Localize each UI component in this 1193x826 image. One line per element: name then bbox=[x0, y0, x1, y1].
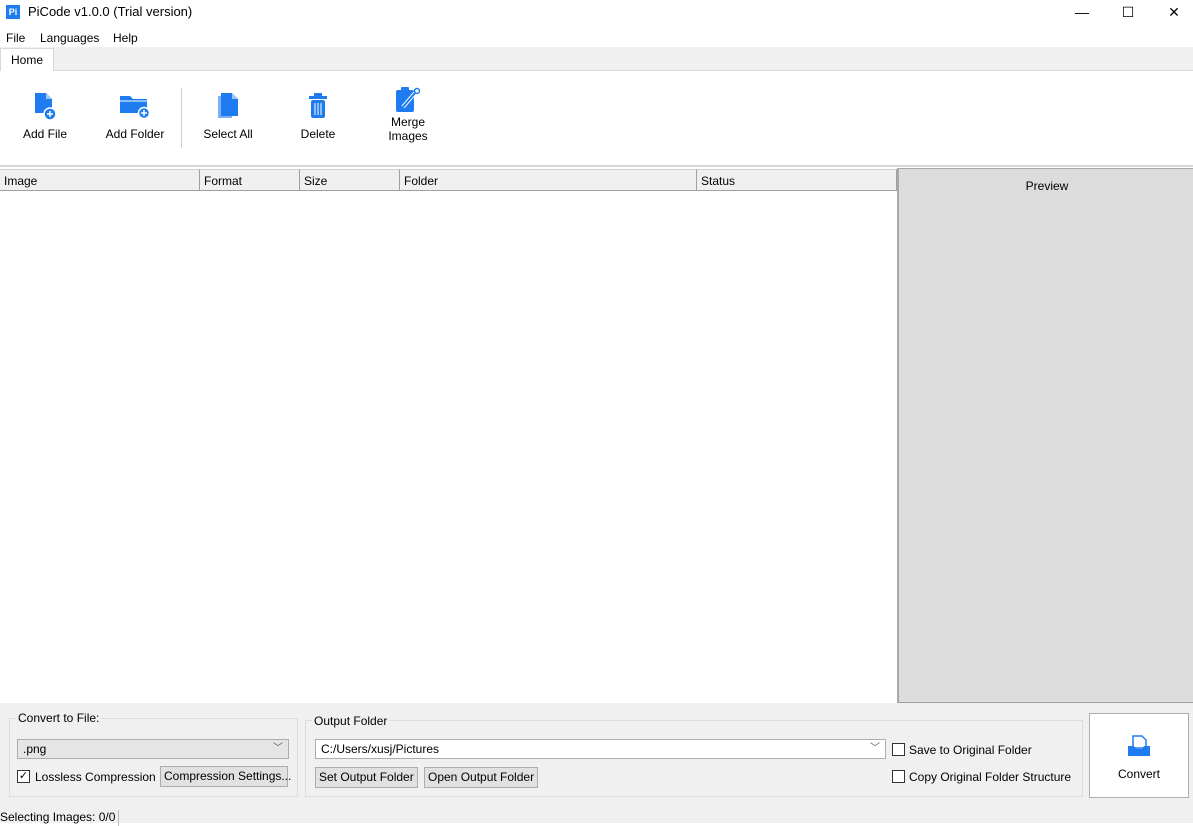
merge-images-button[interactable]: Merge Images bbox=[368, 85, 448, 143]
trash-icon bbox=[309, 93, 327, 118]
open-output-folder-button[interactable]: Open Output Folder bbox=[424, 767, 539, 788]
add-folder-icon bbox=[120, 96, 151, 120]
column-status[interactable]: Status bbox=[697, 169, 897, 191]
toolbar-separator bbox=[181, 88, 182, 148]
tab-home[interactable]: Home bbox=[0, 48, 54, 71]
table-header: Image Format Size Folder Status bbox=[0, 169, 897, 191]
menu-file[interactable]: File bbox=[6, 31, 25, 45]
menu-help[interactable]: Help bbox=[113, 31, 138, 45]
convert-icon bbox=[1128, 735, 1150, 756]
column-image[interactable]: Image bbox=[0, 169, 200, 191]
select-all-icon bbox=[218, 93, 238, 118]
preview-panel: Preview bbox=[897, 168, 1193, 703]
select-all-button[interactable]: Select All bbox=[188, 91, 268, 141]
minimize-button[interactable]: — bbox=[1059, 0, 1105, 25]
menu-bar: File Languages Help bbox=[0, 28, 1193, 48]
clipboard-edit-icon bbox=[396, 87, 421, 112]
convert-to-file-group: Convert to File: .png ﹀ ✓ Lossless Compr… bbox=[9, 711, 298, 797]
convert-label: Convert bbox=[1117, 767, 1161, 781]
merge-images-label-2: Images bbox=[388, 129, 428, 143]
delete-label: Delete bbox=[300, 127, 336, 141]
add-folder-label: Add Folder bbox=[105, 127, 165, 141]
merge-images-label-1: Merge bbox=[390, 115, 425, 129]
save-original-label: Save to Original Folder bbox=[909, 743, 1032, 757]
output-path-combo[interactable]: C:/Users/xusj/Pictures ﹀ bbox=[315, 739, 886, 759]
save-original-checkbox[interactable] bbox=[892, 743, 905, 756]
toolbar: Add File Add Folder Select All Delete Me… bbox=[0, 71, 1193, 167]
lossless-checkbox[interactable]: ✓ bbox=[17, 770, 30, 783]
add-file-label: Add File bbox=[22, 127, 68, 141]
title-bar: Pi PiCode v1.0.0 (Trial version) — ☐ ✕ bbox=[0, 0, 1193, 25]
column-format[interactable]: Format bbox=[200, 169, 300, 191]
image-table[interactable]: Image Format Size Folder Status bbox=[0, 169, 897, 703]
format-select[interactable]: .png ﹀ bbox=[17, 739, 289, 759]
convert-button[interactable]: Convert bbox=[1089, 713, 1189, 798]
output-folder-label: Output Folder bbox=[312, 714, 390, 728]
select-all-label: Select All bbox=[203, 127, 253, 141]
add-file-icon bbox=[35, 93, 57, 121]
maximize-button[interactable]: ☐ bbox=[1105, 0, 1151, 25]
column-folder[interactable]: Folder bbox=[400, 169, 697, 191]
set-output-folder-button[interactable]: Set Output Folder bbox=[315, 767, 418, 788]
status-bar-text: Selecting Images: 0/0 bbox=[0, 810, 120, 826]
copy-structure-label: Copy Original Folder Structure bbox=[909, 770, 1072, 784]
output-folder-group: Output Folder C:/Users/xusj/Pictures ﹀ S… bbox=[305, 714, 1083, 797]
chevron-down-icon: ﹀ bbox=[273, 743, 283, 754]
copy-structure-checkbox[interactable] bbox=[892, 770, 905, 783]
column-size[interactable]: Size bbox=[300, 169, 400, 191]
ribbon-tabs: Home bbox=[0, 47, 1193, 71]
format-value: .png bbox=[23, 742, 47, 756]
output-path-value: C:/Users/xusj/Pictures bbox=[321, 742, 440, 756]
menu-languages[interactable]: Languages bbox=[40, 31, 99, 45]
app-logo: Pi bbox=[6, 5, 20, 19]
lossless-label: Lossless Compression bbox=[35, 770, 156, 784]
compression-settings-button[interactable]: Compression Settings... bbox=[160, 766, 291, 787]
bottom-panel: Convert to File: .png ﹀ ✓ Lossless Compr… bbox=[0, 703, 1193, 826]
delete-button[interactable]: Delete bbox=[278, 91, 358, 141]
preview-label: Preview bbox=[1025, 179, 1069, 193]
add-file-button[interactable]: Add File bbox=[5, 91, 85, 141]
chevron-down-icon: ﹀ bbox=[870, 743, 880, 754]
close-button[interactable]: ✕ bbox=[1151, 0, 1193, 25]
add-folder-button[interactable]: Add Folder bbox=[95, 91, 175, 141]
convert-to-file-label: Convert to File: bbox=[16, 711, 102, 725]
window-title: PiCode v1.0.0 (Trial version) bbox=[28, 4, 193, 19]
